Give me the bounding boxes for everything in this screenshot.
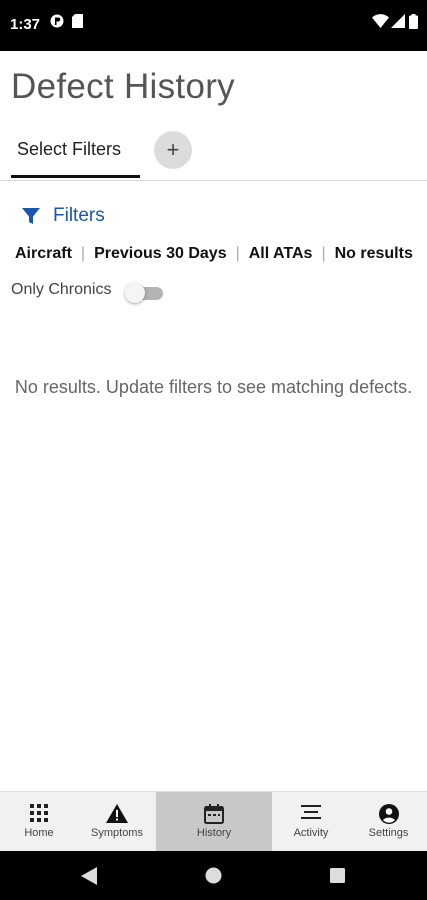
account-circle-icon — [378, 804, 399, 829]
summary-divider: | — [235, 245, 240, 262]
sd-card-icon — [72, 14, 83, 33]
battery-icon — [409, 14, 418, 34]
plus-icon: + — [166, 137, 180, 162]
nav-settings[interactable]: Settings — [350, 792, 427, 852]
nav-activity-label: Activity — [293, 827, 329, 839]
list-icon — [301, 804, 321, 825]
toggle-thumb — [125, 283, 145, 303]
nav-home[interactable]: Home — [0, 792, 78, 852]
only-chronics-toggle[interactable] — [125, 283, 163, 303]
grid-icon — [30, 804, 48, 827]
add-tab-button[interactable]: + — [154, 131, 192, 169]
filter-icon — [22, 207, 40, 230]
bottom-nav: Home Symptoms History Activity Settings — [0, 791, 427, 852]
recents-icon[interactable] — [330, 868, 345, 888]
tab-select-filters[interactable]: Select Filters — [11, 126, 140, 178]
empty-results-message: No results. Update filters to see matchi… — [14, 377, 413, 397]
status-time: 1:37 — [10, 16, 41, 33]
tab-bar: Select Filters + — [0, 126, 427, 181]
nav-activity[interactable]: Activity — [272, 792, 350, 852]
home-circle-icon[interactable] — [205, 867, 222, 889]
app-notification-icon — [50, 14, 64, 33]
wifi-icon — [372, 14, 389, 33]
summary-results: No results — [334, 245, 413, 262]
system-nav-bar — [0, 851, 427, 900]
calendar-icon — [204, 804, 224, 829]
summary-aircraft: Aircraft — [15, 245, 72, 262]
page-title: Defect History — [11, 67, 235, 106]
summary-period: Previous 30 Days — [94, 245, 227, 262]
warning-icon — [106, 804, 128, 828]
only-chronics-label: Only Chronics — [11, 281, 112, 298]
nav-settings-label: Settings — [368, 827, 409, 839]
nav-history-label: History — [196, 827, 232, 839]
nav-history[interactable]: History — [156, 792, 272, 852]
cell-signal-icon — [391, 14, 405, 33]
summary-divider: | — [80, 245, 86, 262]
only-chronics-row: Only Chronics — [11, 281, 163, 303]
nav-symptoms[interactable]: Symptoms — [78, 792, 156, 852]
tab-select-filters-label: Select Filters — [17, 139, 122, 159]
summary-divider: | — [321, 245, 326, 262]
nav-home-label: Home — [24, 827, 54, 839]
filter-summary: Aircraft | Previous 30 Days | All ATAs | No re… — [15, 245, 413, 263]
status-bar: 1:37 — [0, 0, 427, 51]
filters-label: Filters — [53, 205, 105, 226]
summary-atas: All ATAs — [248, 245, 313, 262]
nav-symptoms-label: Symptoms — [91, 827, 143, 839]
back-icon[interactable] — [81, 867, 97, 890]
